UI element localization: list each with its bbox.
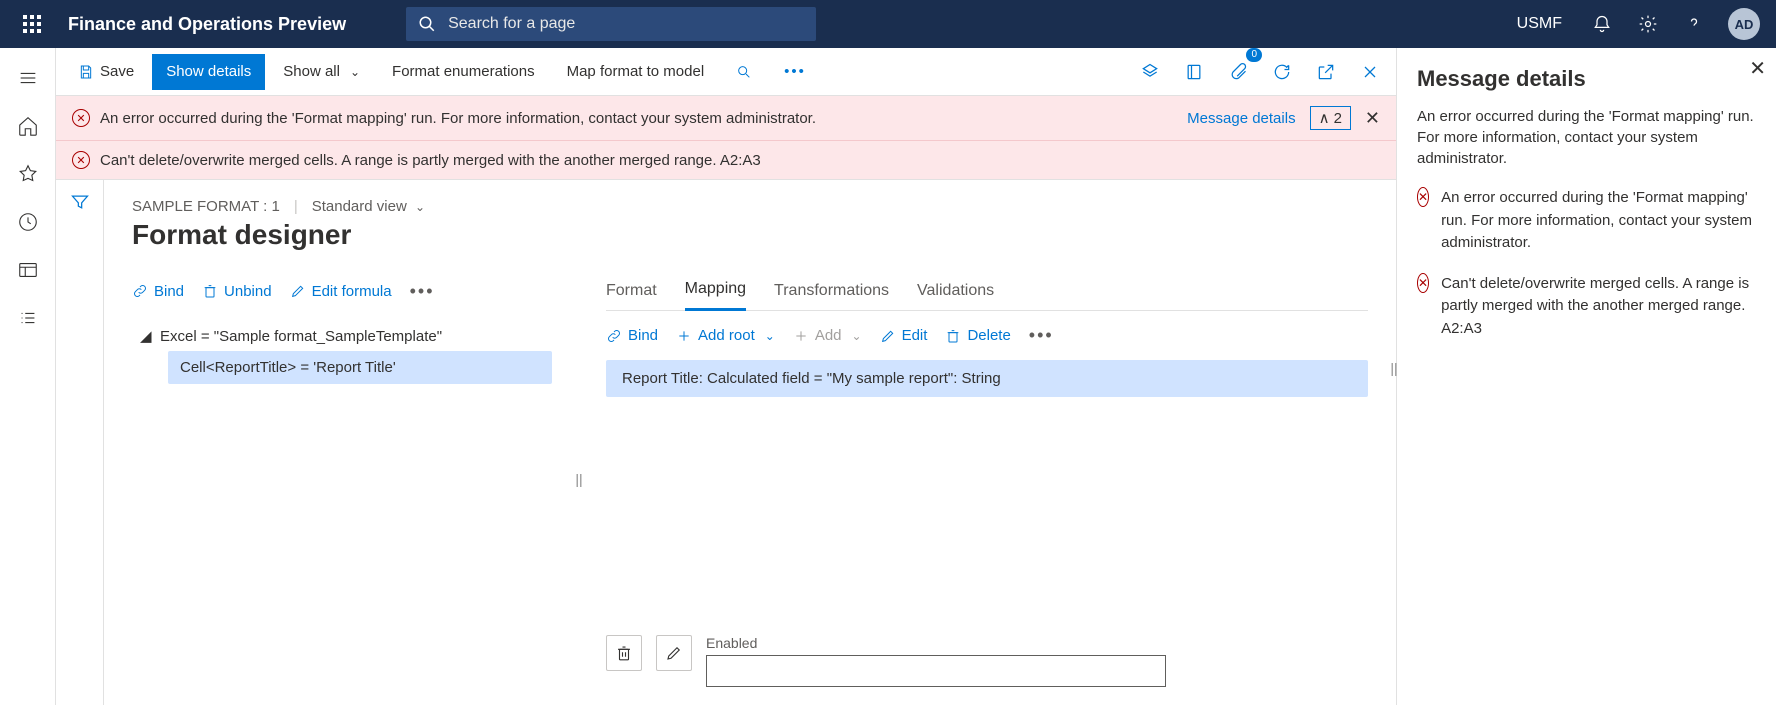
rail-home-icon[interactable] xyxy=(4,104,52,148)
error-icon: ✕ xyxy=(1417,187,1429,207)
column-splitter[interactable]: || xyxy=(576,271,582,687)
rail-recent-icon[interactable] xyxy=(4,200,52,244)
collapse-messages-button[interactable]: ∧2 xyxy=(1310,106,1351,130)
filter-icon[interactable] xyxy=(70,192,90,705)
edit-formula-button[interactable]: Edit formula xyxy=(290,283,392,300)
breadcrumb: SAMPLE FORMAT : 1 xyxy=(132,198,280,215)
cmd-search-icon[interactable] xyxy=(722,54,766,90)
panel-item-1: ✕ An error occurred during the 'Format m… xyxy=(1417,187,1756,255)
attachments-icon[interactable]: 0 xyxy=(1220,54,1256,90)
app-title: Finance and Operations Preview xyxy=(56,14,346,35)
format-enumerations-button[interactable]: Format enumerations xyxy=(378,54,549,90)
save-button[interactable]: Save xyxy=(64,54,148,90)
show-all-button[interactable]: Show all⌄ xyxy=(269,54,374,90)
rail-hamburger-icon[interactable] xyxy=(4,56,52,100)
chevron-down-icon: ⌄ xyxy=(765,329,775,343)
panel-close-button[interactable]: ✕ xyxy=(1749,56,1766,81)
error-banner-1: ✕ An error occurred during the 'Format m… xyxy=(56,96,1396,141)
company-code[interactable]: USMF xyxy=(1503,15,1576,33)
enabled-label: Enabled xyxy=(706,635,1166,651)
notifications-icon[interactable] xyxy=(1582,0,1622,48)
office-icon[interactable] xyxy=(1176,54,1212,90)
settings-icon[interactable] xyxy=(1628,0,1668,48)
chevron-down-icon: ⌄ xyxy=(415,200,425,214)
tab-validations[interactable]: Validations xyxy=(917,282,994,310)
dismiss-banner-button[interactable]: ✕ xyxy=(1365,108,1380,129)
close-page-icon[interactable] xyxy=(1352,54,1388,90)
mapping-bind-button[interactable]: Bind xyxy=(606,327,658,344)
left-more-icon[interactable]: ••• xyxy=(410,281,435,302)
delete-button[interactable]: Delete xyxy=(945,327,1010,344)
search-box[interactable] xyxy=(406,7,816,41)
rail-modules-icon[interactable] xyxy=(4,296,52,340)
bind-button[interactable]: Bind xyxy=(132,283,184,300)
map-format-button[interactable]: Map format to model xyxy=(553,54,719,90)
panel-resize-handle[interactable]: || xyxy=(1390,353,1398,383)
edit-button[interactable]: Edit xyxy=(880,327,928,344)
search-icon xyxy=(418,15,436,33)
save-icon xyxy=(78,64,94,80)
view-selector[interactable]: Standard view ⌄ xyxy=(312,198,425,215)
chevron-up-icon: ∧ xyxy=(1319,109,1330,127)
tree-child-row[interactable]: Cell<ReportTitle> = 'Report Title' xyxy=(168,351,552,384)
command-bar: Save Show details Show all⌄ Format enume… xyxy=(56,48,1396,96)
app-launcher-icon[interactable] xyxy=(8,0,56,48)
left-rail xyxy=(0,48,56,705)
bottom-edit-button[interactable] xyxy=(656,635,692,671)
mapping-data-row[interactable]: Report Title: Calculated field = "My sam… xyxy=(606,360,1368,397)
caret-down-icon: ◢ xyxy=(140,327,154,345)
chevron-down-icon: ⌄ xyxy=(852,329,862,343)
enabled-input[interactable] xyxy=(706,655,1166,687)
tab-mapping[interactable]: Mapping xyxy=(685,280,746,311)
save-label: Save xyxy=(100,63,134,80)
message-details-panel: ✕ Message details An error occurred duri… xyxy=(1396,48,1776,705)
show-details-button[interactable]: Show details xyxy=(152,54,265,90)
popout-icon[interactable] xyxy=(1308,54,1344,90)
error-text-1: An error occurred during the 'Format map… xyxy=(100,110,816,127)
error-text-2: Can't delete/overwrite merged cells. A r… xyxy=(100,152,761,169)
tab-transformations[interactable]: Transformations xyxy=(774,282,889,310)
user-avatar[interactable]: AD xyxy=(1728,8,1760,40)
chevron-down-icon: ⌄ xyxy=(350,65,360,79)
cmd-icon-1[interactable] xyxy=(1132,54,1168,90)
search-input[interactable] xyxy=(448,15,804,33)
mapping-more-icon[interactable]: ••• xyxy=(1029,325,1054,346)
top-header: Finance and Operations Preview USMF AD xyxy=(0,0,1776,48)
refresh-icon[interactable] xyxy=(1264,54,1300,90)
panel-item-2: ✕ Can't delete/overwrite merged cells. A… xyxy=(1417,273,1756,341)
rail-favorites-icon[interactable] xyxy=(4,152,52,196)
message-details-link[interactable]: Message details xyxy=(1187,110,1295,127)
error-icon: ✕ xyxy=(1417,273,1429,293)
rail-workspaces-icon[interactable] xyxy=(4,248,52,292)
attachments-count: 0 xyxy=(1246,48,1262,62)
tree-root-row[interactable]: ◢ Excel = "Sample format_SampleTemplate" xyxy=(132,321,552,351)
bottom-delete-button[interactable] xyxy=(606,635,642,671)
panel-description: An error occurred during the 'Format map… xyxy=(1417,106,1756,169)
error-banner-2: ✕ Can't delete/overwrite merged cells. A… xyxy=(56,141,1396,180)
filter-column xyxy=(56,180,104,705)
tab-format[interactable]: Format xyxy=(606,282,657,310)
help-icon[interactable] xyxy=(1674,0,1714,48)
add-root-button[interactable]: Add root⌄ xyxy=(676,327,775,344)
error-icon: ✕ xyxy=(72,109,90,127)
panel-title: Message details xyxy=(1417,66,1756,92)
error-icon: ✕ xyxy=(72,151,90,169)
add-button[interactable]: Add⌄ xyxy=(793,327,862,344)
cmd-more-icon[interactable]: ••• xyxy=(770,54,820,90)
page-title: Format designer xyxy=(132,219,1368,251)
unbind-button[interactable]: Unbind xyxy=(202,283,272,300)
